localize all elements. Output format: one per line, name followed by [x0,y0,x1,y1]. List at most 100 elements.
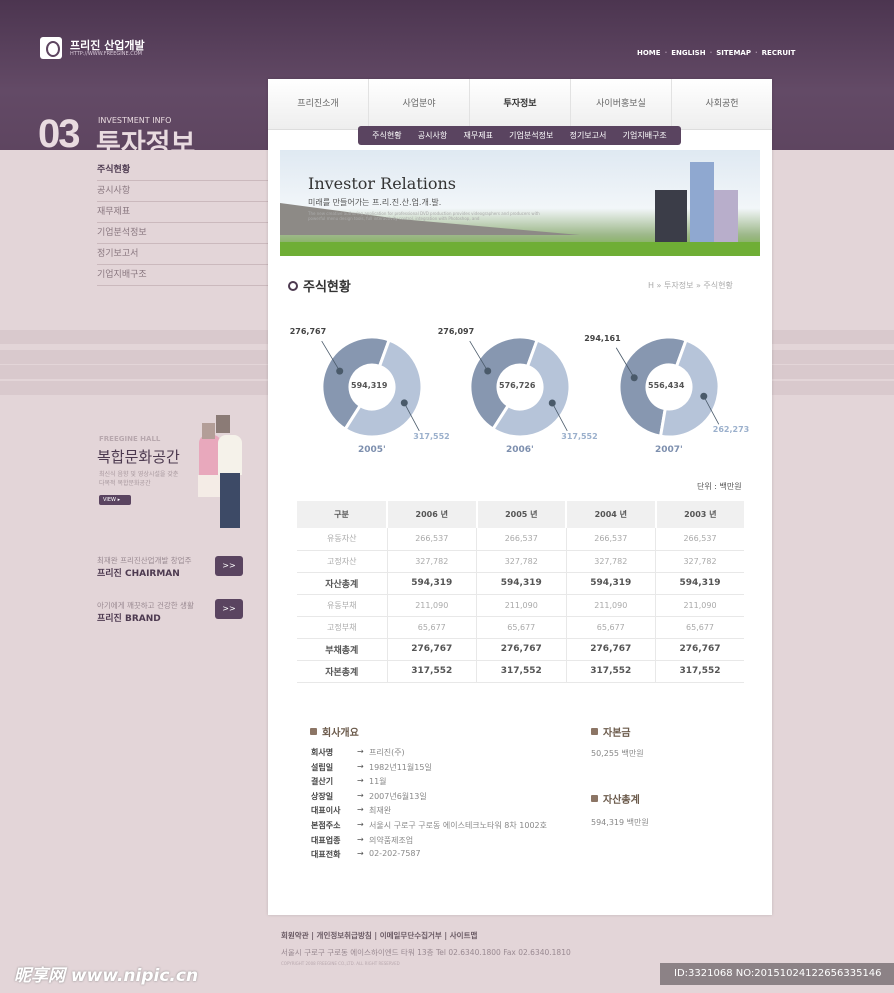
info-value: 02-202-7587 [369,849,421,859]
info-value: 의약품제조업 [369,835,414,845]
link-english[interactable]: ENGLISH [671,49,705,57]
hall-en: FREEGINE HALL [99,435,161,443]
link-home[interactable]: HOME [637,49,661,57]
nav-item[interactable]: 사이버홍보실 [571,79,672,129]
table-row: 고정부채 65,677 65,677 65,677 65,677 [297,616,744,639]
info-value: 11월 [369,777,387,787]
table-row: 자산총계 594,319 594,319 594,319 594,319 [297,572,744,595]
hall-title: 복합문화공간 [97,448,180,466]
slice-label: 276,097 [437,327,475,337]
chairman-title[interactable]: 프리진 CHAIRMAN [97,566,180,579]
chairman-sub: 최재완 프리진산업개발 창업주 [97,556,192,565]
col-header: 2003 년 [655,501,744,528]
capital-title: 자본금 [603,728,631,739]
sub-nav-item[interactable]: 정기보고서 [570,130,607,141]
table-cell: 고정자산 [297,550,388,573]
table-cell: 327,782 [655,550,744,573]
col-header: 구분 [297,501,388,528]
info-label: 대표업종 [311,835,341,845]
table-cell: 276,767 [476,638,567,661]
brand-more-button[interactable]: >> [215,599,243,619]
page-title: 주식현황 [288,276,351,295]
footer-copyright: COPYRIGHT 2008 FREEGINE CO.,LTD. ALL RIG… [281,961,400,966]
view-button[interactable]: VIEW ▸ [99,495,131,505]
leader-dot [400,399,408,407]
chairman-more-button[interactable]: >> [215,556,243,576]
leader-dot [700,392,708,400]
circle-icon [288,280,298,291]
footer-address: 서울시 구로구 구로동 에이스하이엔드 타워 13층 Tel 02.6340.1… [281,948,571,957]
arrow-icon: → [357,849,364,859]
info-row: 본점주소 → 서울시 구로구 구로동 에이스테크노타워 8차 1002호 [311,820,547,835]
nav-item[interactable]: 사업분야 [369,79,470,129]
info-row: 대표전화 → 02-202-7587 [311,849,547,864]
link-recruit[interactable]: RECRUIT [762,49,796,57]
link-sitemap[interactable]: SITEMAP [716,49,751,57]
leader-dot [336,367,344,375]
arrow-icon: → [357,819,364,829]
bullet-icon [310,728,317,735]
company-info: 회사명 → 프리진(주) 설립일 → 1982년11월15일 결산기 → 11월 상장일 → 2007… [311,747,547,864]
logo-icon[interactable] [40,37,62,59]
info-value: 최재완 [369,806,392,816]
info-value: 1982년11월15일 [369,762,432,772]
info-row: 상장일 → 2007년6월13일 [311,791,547,806]
table-cell: 594,319 [476,572,567,595]
sub-nav-item[interactable]: 재무제표 [463,130,492,141]
table-row: 유동부채 211,090 211,090 211,090 211,090 [297,594,744,617]
info-label: 설립일 [311,762,334,772]
nav-item[interactable]: 사회공헌 [672,79,772,129]
side-nav-item[interactable]: 주식현황 [97,160,268,181]
arrow-icon: → [357,747,364,756]
table-row: 자본총계 317,552 317,552 317,552 317,552 [297,660,744,683]
leader-dot [484,367,492,375]
table-cell: 266,537 [387,528,478,551]
table-cell: 266,537 [655,528,744,551]
nav-item-active[interactable]: 투자정보 [470,79,571,129]
leader-dot [548,399,556,407]
donut-charts [320,335,721,439]
info-label: 본점주소 [311,820,341,830]
side-nav-item[interactable]: 기업지배구조 [97,265,268,286]
slice-label: 262,273 [712,425,750,435]
table-cell: 317,552 [566,660,657,683]
side-nav-item[interactable]: 정기보고서 [97,244,268,265]
banner-text: The new creative authoring application f… [308,211,540,221]
table-cell: 211,090 [566,594,657,617]
breadcrumb: H » 투자정보 » 주식현황 [648,281,733,290]
slice-label: 317,552 [561,431,598,441]
brand-title[interactable]: 프리진 BRAND [97,611,161,624]
hall-desc: 다목적 복합문화공간 [99,480,151,487]
col-header: 2006 년 [387,501,478,528]
col-header: 2005 년 [476,501,568,528]
footer-links[interactable]: 회원약관 | 개인정보취급방침 | 이메일무단수집거부 | 사이트맵 [281,930,477,941]
info-label: 결산기 [311,777,334,787]
table-cell: 자산총계 [297,572,388,595]
info-row: 결산기 → 11월 [311,776,547,791]
table-cell: 65,677 [387,616,478,639]
table-cell: 594,319 [655,572,744,595]
view-label: VIEW [103,497,116,503]
side-nav-item[interactable]: 재무제표 [97,202,268,223]
sub-nav-item[interactable]: 공시사항 [418,130,447,141]
company-title: 회사개요 [322,728,359,739]
sub-nav-item[interactable]: 기업지배구조 [623,130,667,141]
table-row: 고정자산 327,782 327,782 327,782 327,782 [297,550,744,573]
info-value: 2007년6월13일 [369,791,427,801]
banner-subtitle: 미래를 만들어가는 프.리.진.산.업.개.발. [308,198,442,207]
table-cell: 211,090 [476,594,567,617]
table-cell: 594,319 [387,572,478,595]
arrow-icon: → [357,790,364,800]
sub-nav-item[interactable]: 기업분석정보 [509,130,553,141]
side-nav-item[interactable]: 공시사항 [97,181,268,202]
table-cell: 유동부채 [297,594,388,617]
nav-item[interactable]: 프리진소개 [268,79,369,129]
sub-nav-item[interactable]: 주식현황 [372,130,401,141]
info-row: 설립일 → 1982년11월15일 [311,762,547,777]
col-header: 2004 년 [566,501,657,528]
side-nav-item[interactable]: 기업분석정보 [97,223,268,244]
table-cell: 327,782 [476,550,567,573]
info-row: 회사명 → 프리진(주) [311,747,547,762]
chart-year: 2005' [358,445,386,455]
assets-title: 자산총계 [603,795,640,806]
